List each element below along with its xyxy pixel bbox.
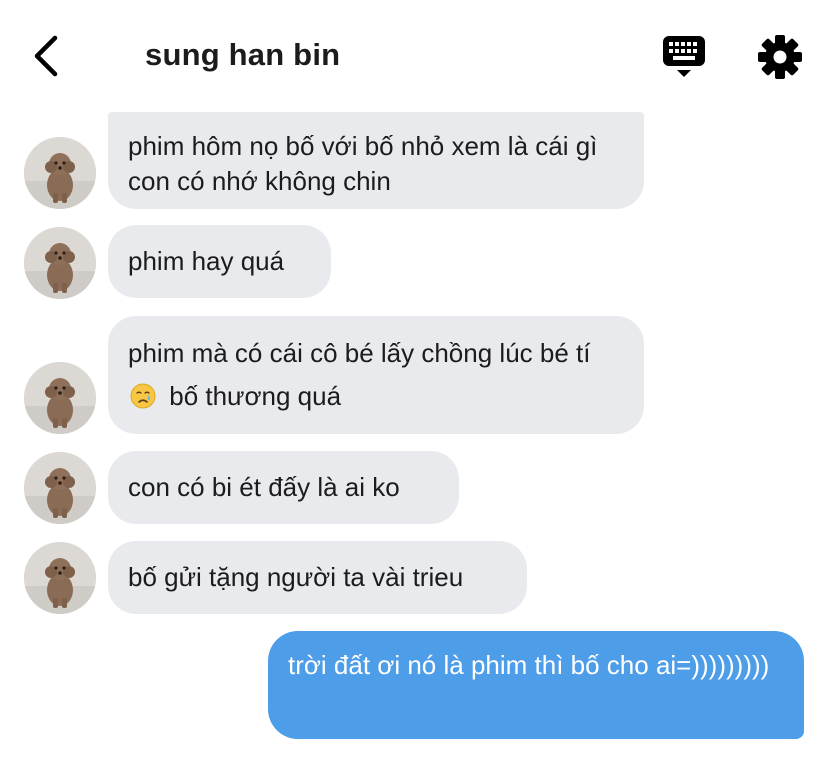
message-text: bố gửi tặng người ta vài trieu (128, 562, 464, 592)
crying-face-icon (130, 383, 156, 409)
keyboard-button[interactable] (660, 34, 708, 80)
message-text: phim hay quá (128, 246, 285, 276)
message-text: con có bi ét đấy là ai ko (128, 472, 400, 502)
message-text: phim mà có cái cô bé lấy chồng lúc bé tí… (128, 332, 624, 418)
keyboard-icon (663, 36, 705, 77)
message-text: phim hôm nọ bố với bố nhỏ xem là cái gì … (128, 130, 598, 196)
message-bubble[interactable]: con có bi ét đấy là ai ko (108, 451, 459, 524)
chat-title: sung han bin (145, 37, 341, 72)
avatar[interactable] (24, 227, 96, 299)
avatar[interactable] (24, 362, 96, 434)
avatar[interactable] (24, 542, 96, 614)
outgoing-message-bubble[interactable]: trời đất ơi nó là phim thì bố cho ai=)))… (268, 631, 804, 739)
message-bubble[interactable]: phim hay quá (108, 225, 331, 298)
gear-icon (758, 35, 802, 79)
chevron-left-icon (34, 35, 58, 77)
message-text-part: bố thương quá (169, 381, 342, 411)
settings-button[interactable] (756, 33, 804, 81)
message-bubble[interactable]: phim hôm nọ bố với bố nhỏ xem là cái gì … (108, 112, 644, 209)
chat-header: sung han bin (0, 0, 828, 112)
message-text-part: phim mà có cái cô bé lấy chồng lúc bé tí (128, 338, 591, 368)
avatar[interactable] (24, 452, 96, 524)
message-text: trời đất ơi nó là phim thì bố cho ai=)))… (288, 650, 770, 680)
message-bubble[interactable]: bố gửi tặng người ta vài trieu (108, 541, 527, 614)
back-button[interactable] (24, 34, 68, 78)
message-bubble[interactable]: phim mà có cái cô bé lấy chồng lúc bé tí… (108, 316, 644, 434)
avatar[interactable] (24, 137, 96, 209)
